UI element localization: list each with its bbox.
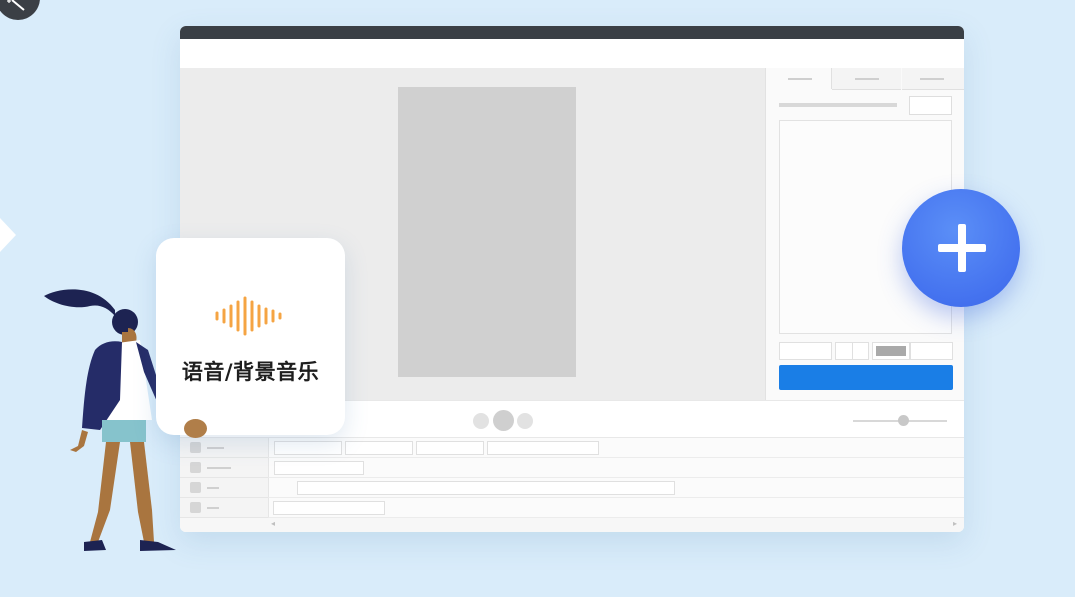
timeline-clip[interactable] <box>345 441 413 455</box>
window-titlebar <box>180 26 964 39</box>
timeline-clip[interactable] <box>274 441 342 455</box>
timeline-track[interactable] <box>268 458 964 478</box>
track-header[interactable] <box>180 438 268 458</box>
timeline-clip[interactable] <box>274 461 364 475</box>
previous-button[interactable] <box>473 413 489 429</box>
panel-setting-input[interactable] <box>909 96 952 115</box>
panel-control-5[interactable] <box>910 342 953 360</box>
timeline-track[interactable] <box>268 498 964 518</box>
window-menubar <box>180 39 964 69</box>
panel-control-4[interactable] <box>872 342 910 360</box>
add-button[interactable] <box>902 189 1020 307</box>
magic-wand-icon <box>7 0 25 11</box>
feature-label: 语音/背景音乐 <box>181 360 320 384</box>
panel-control-1[interactable] <box>779 342 832 360</box>
timeline-clip[interactable] <box>273 501 385 515</box>
panel-control-3[interactable] <box>852 342 869 360</box>
timeline-scroll-right-icon[interactable]: ▸ <box>953 519 957 528</box>
hand-illustration <box>184 419 207 438</box>
audio-waveform-icon <box>215 296 282 336</box>
video-preview <box>398 87 576 377</box>
timeline-clip[interactable] <box>297 481 675 495</box>
zoom-slider-knob[interactable] <box>898 415 909 426</box>
timeline-clip[interactable] <box>416 441 484 455</box>
panel-control-4-fill <box>876 346 906 356</box>
panel-control-2[interactable] <box>835 342 853 360</box>
timeline-scroll-left-icon[interactable]: ◂ <box>271 519 275 528</box>
panel-tab-3[interactable] <box>902 68 964 90</box>
apply-button[interactable] <box>779 365 953 390</box>
timeline-track[interactable] <box>268 478 964 498</box>
track-header[interactable] <box>180 478 268 498</box>
left-chevron-decoration <box>0 218 16 252</box>
panel-tab-1[interactable] <box>766 68 832 89</box>
panel-tab-2[interactable] <box>832 68 901 90</box>
timeline-clip[interactable] <box>487 441 599 455</box>
feature-card[interactable]: 语音/背景音乐 <box>156 238 345 435</box>
corner-tool-button[interactable] <box>0 0 40 20</box>
next-button[interactable] <box>517 413 533 429</box>
play-button[interactable] <box>493 410 514 431</box>
timeline: ◂ ▸ <box>180 437 964 532</box>
track-header[interactable] <box>180 498 268 518</box>
track-header[interactable] <box>180 458 268 478</box>
timeline-track[interactable] <box>268 438 964 458</box>
panel-setting-label <box>779 103 897 107</box>
